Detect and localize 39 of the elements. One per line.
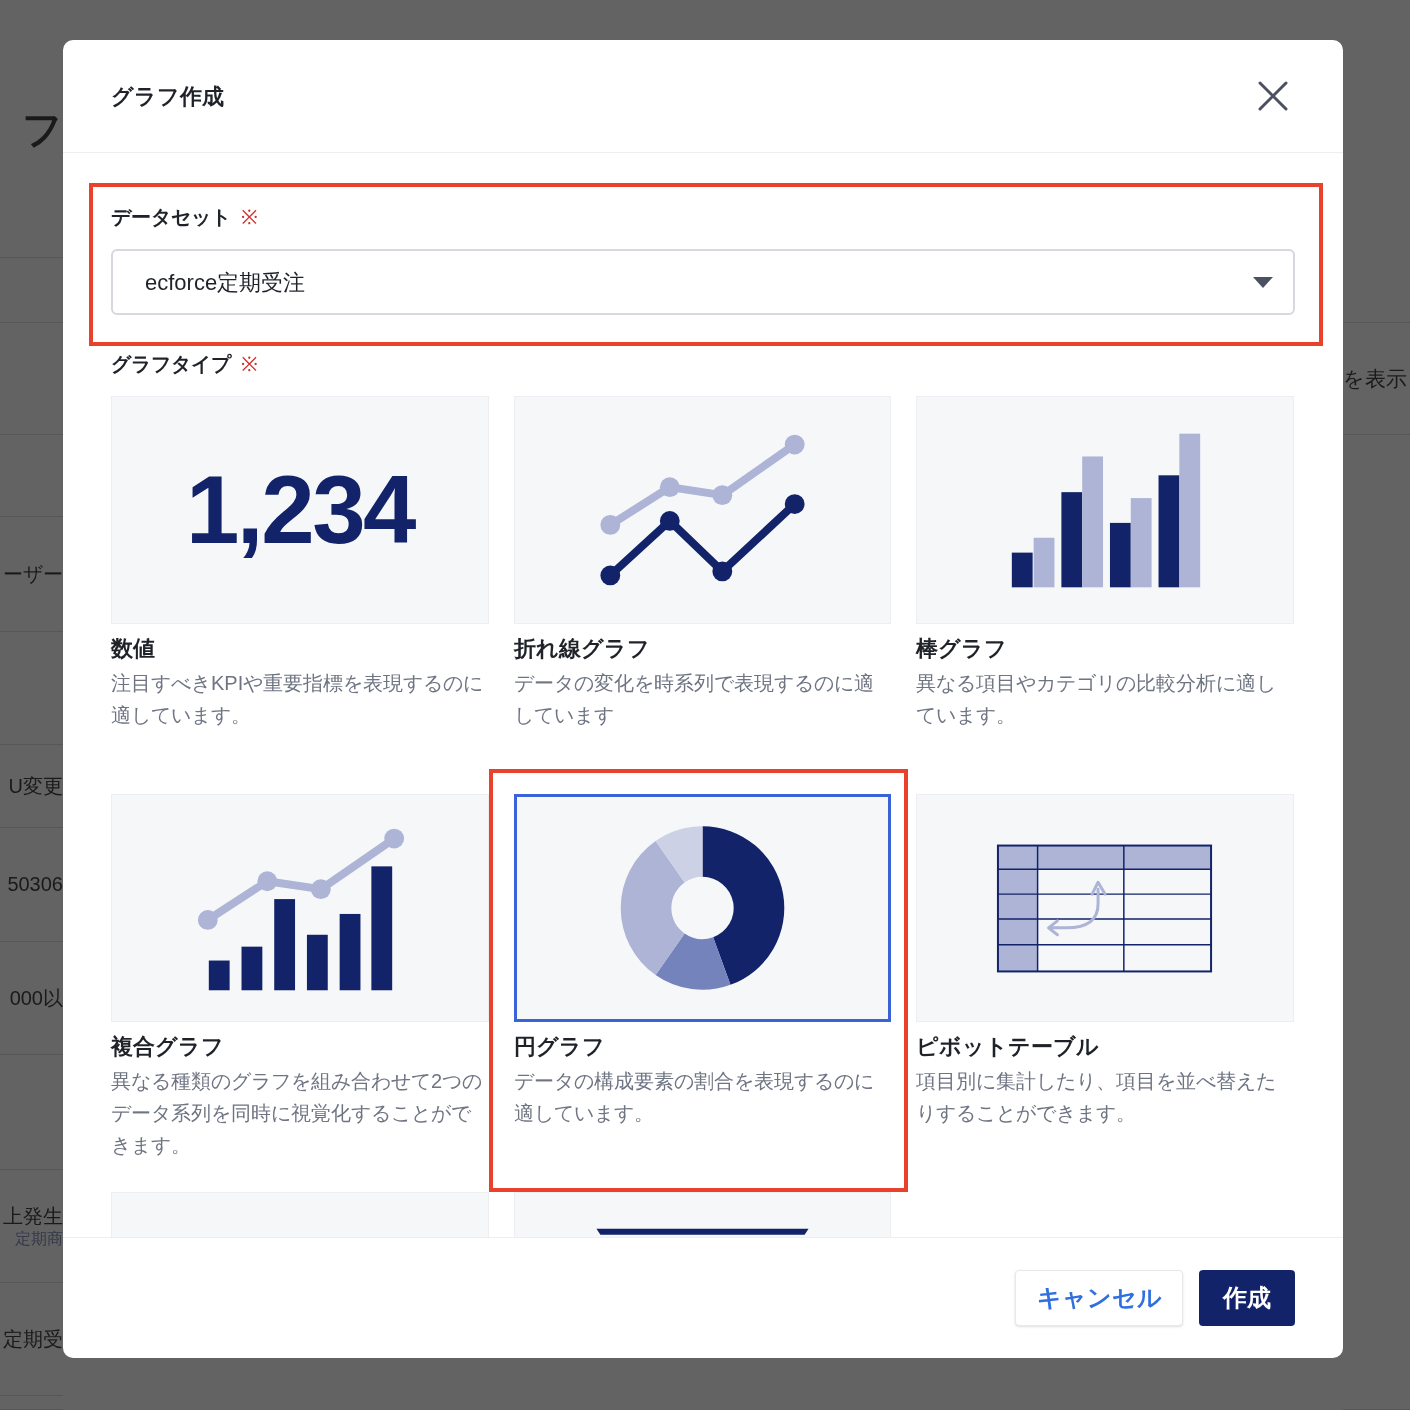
- background-text: フ: [22, 108, 63, 149]
- background-text: 上発生: [3, 1203, 63, 1229]
- bar: [1011, 552, 1033, 588]
- card-description: 注目すべきKPIや重要指標を表現するのに適しています。: [111, 671, 485, 728]
- background-text: U変更: [8, 773, 63, 799]
- bar: [208, 960, 230, 991]
- cancel-button[interactable]: キャンセル: [1015, 1270, 1183, 1326]
- card-title: ピボットテーブル: [916, 1033, 1100, 1061]
- background-text: を表示: [1343, 365, 1407, 392]
- card-description: 異なる項目やカテゴリの比較分析に適しています。: [916, 671, 1277, 728]
- background-text: 50306: [7, 872, 63, 897]
- field-label: グラフタイプ: [111, 352, 231, 377]
- card-description: 異なる種類のグラフを組み合わせて2つのデータ系列を同時に視覚化することができます。: [111, 1069, 484, 1158]
- field-label: データセット: [111, 205, 231, 230]
- background-text: 000以: [9, 985, 63, 1011]
- caret-icon: [1253, 276, 1273, 288]
- background-text: ーザー: [3, 561, 63, 587]
- card-description: データの構成要素の割合を表現するのに適しています。: [514, 1069, 875, 1126]
- card-title: 棒グラフ: [916, 635, 1008, 663]
- graph-type-card[interactable]: [514, 794, 891, 1022]
- bar: [1033, 537, 1055, 588]
- number-figure: 1,234: [185, 462, 415, 558]
- create-button[interactable]: 作成: [1199, 1270, 1295, 1326]
- card-description: 項目別に集計したり、項目を並べ替えたりすることができます。: [916, 1069, 1277, 1126]
- card-title: 数値: [111, 635, 156, 663]
- required-mark: ※: [241, 352, 258, 377]
- card-title: 円グラフ: [514, 1033, 606, 1061]
- card-title: 複合グラフ: [111, 1033, 225, 1061]
- graph-type-card[interactable]: 1,234: [111, 396, 489, 624]
- bar: [241, 946, 263, 991]
- card-title: 折れ線グラフ: [514, 635, 651, 663]
- required-mark: ※: [241, 205, 258, 230]
- bar: [1109, 522, 1131, 588]
- background-text: 定期受: [3, 1326, 63, 1352]
- card-description: データの変化を時系列で表現するのに適しています: [514, 671, 875, 728]
- bar: [306, 934, 328, 991]
- dataset-select[interactable]: ecforce定期受注: [111, 249, 1295, 315]
- close-icon[interactable]: [1257, 80, 1289, 112]
- dialog-title: グラフ作成: [111, 82, 224, 111]
